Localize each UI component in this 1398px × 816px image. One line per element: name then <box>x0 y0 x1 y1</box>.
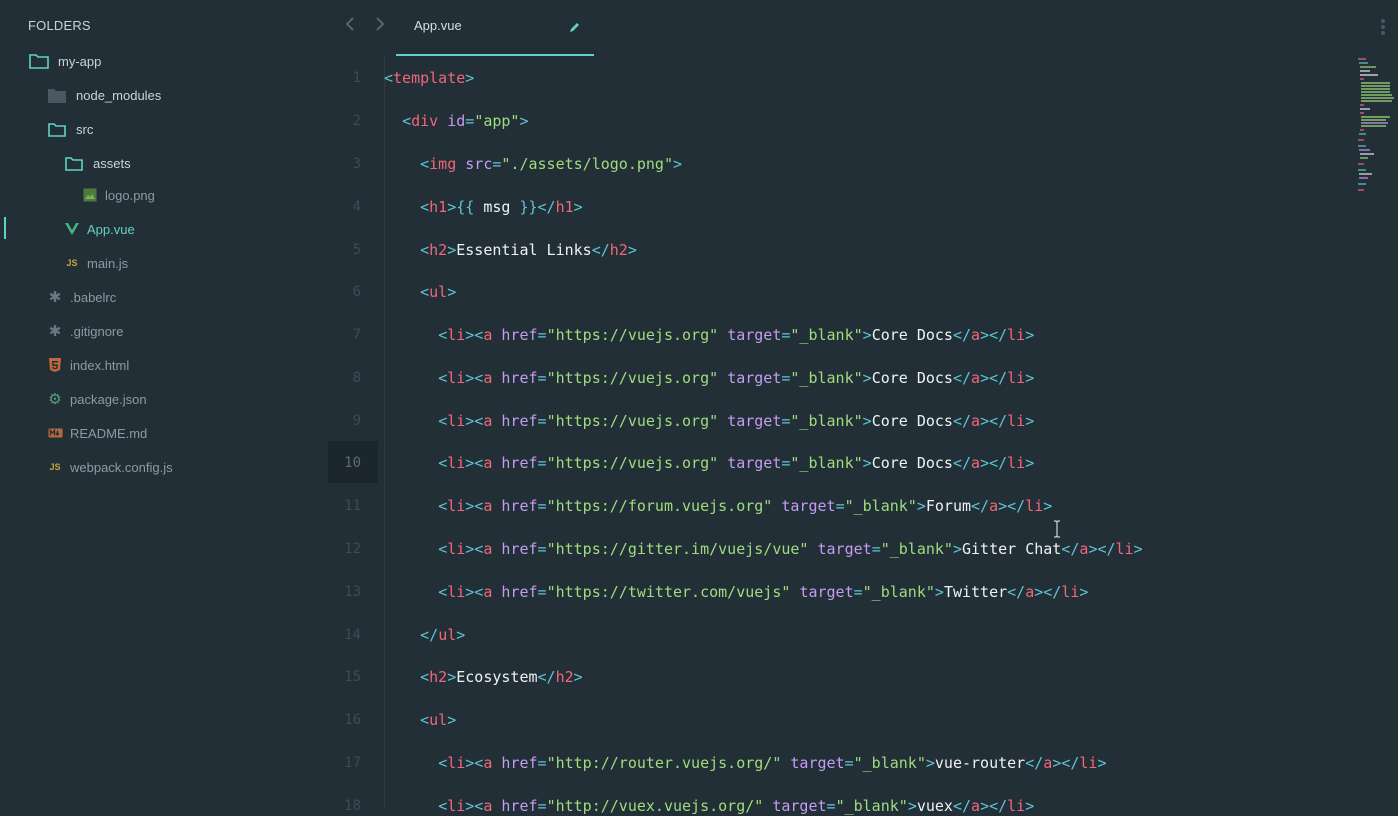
line-number: 13 <box>344 584 361 600</box>
code-line-13: <li><a href="https://twitter.com/vuejs" … <box>438 583 1089 601</box>
line-number: 18 <box>344 798 361 814</box>
image-file-icon <box>82 185 98 205</box>
line-number: 5 <box>352 242 361 258</box>
active-file-indicator <box>4 217 6 239</box>
sidebar: FOLDERS my-app node_modules src assets l… <box>0 0 328 809</box>
line-number: 4 <box>352 199 361 215</box>
chevron-left-icon[interactable] <box>340 16 360 36</box>
code-line-2: <div id="app"> <box>402 112 529 130</box>
line-number: 11 <box>344 498 361 514</box>
tree-item-label: webpack.config.js <box>70 459 173 475</box>
line-number: 1 <box>352 70 361 86</box>
folder-closed-icon <box>46 85 68 105</box>
line-number-gutter: 1 2 3 4 5 6 7 8 9 10 11 12 13 14 15 16 1… <box>328 56 378 814</box>
asterisk-file-icon: ✱ <box>48 323 62 340</box>
tree-file-package-json[interactable]: ⚙ package.json <box>47 387 147 411</box>
tree-item-label: package.json <box>70 391 147 407</box>
tree-item-label: main.js <box>87 255 129 271</box>
tree-item-label: logo.png <box>105 187 155 203</box>
line-number: 7 <box>352 327 361 343</box>
tab-app-vue[interactable]: App.vue <box>396 0 594 56</box>
markdown-file-icon <box>47 423 63 443</box>
pencil-icon <box>569 20 583 34</box>
tree-item-label: index.html <box>70 357 130 373</box>
line-number: 12 <box>344 541 361 557</box>
line-number: 8 <box>352 370 361 386</box>
tree-item-label: .babelrc <box>70 289 117 305</box>
line-number: 15 <box>344 669 361 685</box>
line-number: 2 <box>352 113 361 129</box>
code-line-14: </ul> <box>420 626 466 644</box>
asterisk-file-icon: ✱ <box>48 289 62 306</box>
npm-gear-icon: ⚙ <box>48 391 62 408</box>
tree-item-label: .gitignore <box>70 323 124 339</box>
tree-file-logo-png[interactable]: logo.png <box>82 183 155 207</box>
more-options-icon[interactable] <box>1380 18 1388 38</box>
tree-item-label: assets <box>93 155 131 171</box>
tree-folder-my-app[interactable]: my-app <box>28 49 101 73</box>
tree-folder-assets[interactable]: assets <box>63 151 131 175</box>
tree-file-gitignore[interactable]: ✱ .gitignore <box>47 319 124 343</box>
tree-item-label: README.md <box>70 425 148 441</box>
line-number: 3 <box>352 156 361 172</box>
code-line-11: <li><a href="https://forum.vuejs.org" ta… <box>438 497 1053 515</box>
code-line-16: <ul> <box>420 711 457 729</box>
tab-bar: App.vue <box>328 0 1398 56</box>
code-line-9: <li><a href="https://vuejs.org" target="… <box>438 412 1035 430</box>
line-number: 6 <box>352 284 361 300</box>
line-number: 14 <box>344 627 361 643</box>
js-file-icon: JS <box>49 462 61 472</box>
tree-item-label: my-app <box>58 53 102 69</box>
code-line-1: <template> <box>384 69 475 87</box>
code-line-6: <ul> <box>420 283 457 301</box>
js-file-icon: JS <box>66 258 78 268</box>
folders-title: FOLDERS <box>28 18 91 33</box>
tree-item-label: src <box>76 121 94 137</box>
line-number: 17 <box>344 755 361 771</box>
code-line-8: <li><a href="https://vuejs.org" target="… <box>438 369 1035 387</box>
code-line-7: <li><a href="https://vuejs.org" target="… <box>438 326 1035 344</box>
line-number-current: 10 <box>344 455 361 471</box>
tree-file-index-html[interactable]: index.html <box>47 353 129 377</box>
tree-folder-node-modules[interactable]: node_modules <box>46 83 161 107</box>
tab-label: App.vue <box>414 18 462 33</box>
tree-item-label: App.vue <box>87 221 135 237</box>
code-line-5: <h2>Essential Links</h2> <box>420 241 637 259</box>
line-number: 9 <box>352 413 361 429</box>
chevron-right-icon[interactable] <box>370 16 390 36</box>
code-line-12: <li><a href="https://gitter.im/vuejs/vue… <box>438 540 1143 558</box>
code-line-15: <h2>Ecosystem</h2> <box>420 668 583 686</box>
code-line-18: <li><a href="http://vuex.vuejs.org/" tar… <box>438 797 1035 815</box>
folder-open-icon <box>63 153 85 173</box>
folder-open-icon <box>28 51 50 71</box>
tree-item-label: node_modules <box>76 87 162 103</box>
folder-open-icon <box>46 119 68 139</box>
tree-file-app-vue[interactable]: App.vue <box>64 217 135 241</box>
vue-file-icon <box>64 219 80 239</box>
minimap[interactable] <box>1356 56 1396 196</box>
code-line-10: <li><a href="https://vuejs.org" target="… <box>438 454 1035 472</box>
code-line-3: <img src="./assets/logo.png"> <box>420 155 683 173</box>
code-editor[interactable]: <template> <div id="app"> <img src="./as… <box>384 56 1344 815</box>
code-line-4: <h1>{{ msg }}</h1> <box>420 198 583 216</box>
html5-file-icon <box>47 355 63 375</box>
text-cursor-icon <box>1052 520 1062 538</box>
tree-file-readme-md[interactable]: README.md <box>47 421 147 445</box>
line-number: 16 <box>344 712 361 728</box>
tree-file-webpack-config[interactable]: JS webpack.config.js <box>47 455 173 479</box>
tree-file-babelrc[interactable]: ✱ .babelrc <box>47 285 117 309</box>
tree-file-main-js[interactable]: JS main.js <box>64 251 128 275</box>
code-line-17: <li><a href="http://router.vuejs.org/" t… <box>438 754 1107 772</box>
tree-folder-src[interactable]: src <box>46 117 93 141</box>
